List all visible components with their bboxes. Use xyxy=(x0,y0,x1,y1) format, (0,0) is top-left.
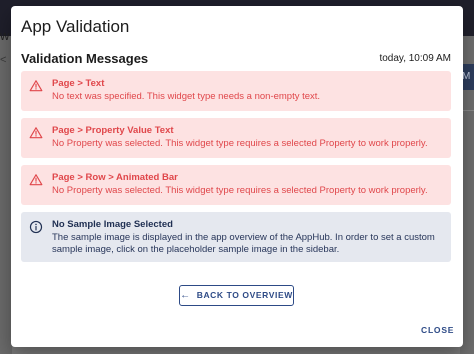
message-title: No Sample Image Selected xyxy=(52,219,173,230)
arrow-left-icon: ← xyxy=(180,290,191,301)
validation-message-error: Page > Property Value Text No Property w… xyxy=(21,118,451,158)
background-left-text-2: < xyxy=(0,54,7,66)
section-title: Validation Messages xyxy=(21,51,149,66)
dialog-title: App Validation xyxy=(21,17,130,36)
message-title: Page > Property Value Text xyxy=(52,125,174,136)
message-body: No text was specified. This widget type … xyxy=(52,91,321,102)
section-header: Validation Messages today, 10:09 AM xyxy=(21,51,451,69)
message-title: Page > Text xyxy=(52,78,105,89)
close-button[interactable]: CLOSE xyxy=(421,325,454,335)
background-left-text: w xyxy=(0,28,10,43)
validation-message-error: Page > Text No text was specified. This … xyxy=(21,71,451,111)
message-body: The sample image is displayed in the app… xyxy=(52,232,435,255)
message-body: No Property was selected. This widget ty… xyxy=(52,138,428,149)
app-validation-dialog: App Validation Validation Messages today… xyxy=(11,6,463,347)
validation-message-info: No Sample Image Selected The sample imag… xyxy=(21,212,451,262)
background-right-button: M xyxy=(462,64,474,90)
back-to-overview-button[interactable]: ← BACK TO OVERVIEW xyxy=(179,285,294,306)
warning-triangle-icon xyxy=(29,80,43,92)
message-body: No Property was selected. This widget ty… xyxy=(52,185,428,196)
validation-message-error: Page > Row > Animated Bar No Property wa… xyxy=(21,165,451,205)
info-circle-icon xyxy=(29,220,43,234)
warning-triangle-icon xyxy=(29,174,43,186)
message-title: Page > Row > Animated Bar xyxy=(52,172,178,183)
warning-triangle-icon xyxy=(29,127,43,139)
back-to-overview-label: BACK TO OVERVIEW xyxy=(196,290,293,300)
timestamp: today, 10:09 AM xyxy=(379,53,451,64)
